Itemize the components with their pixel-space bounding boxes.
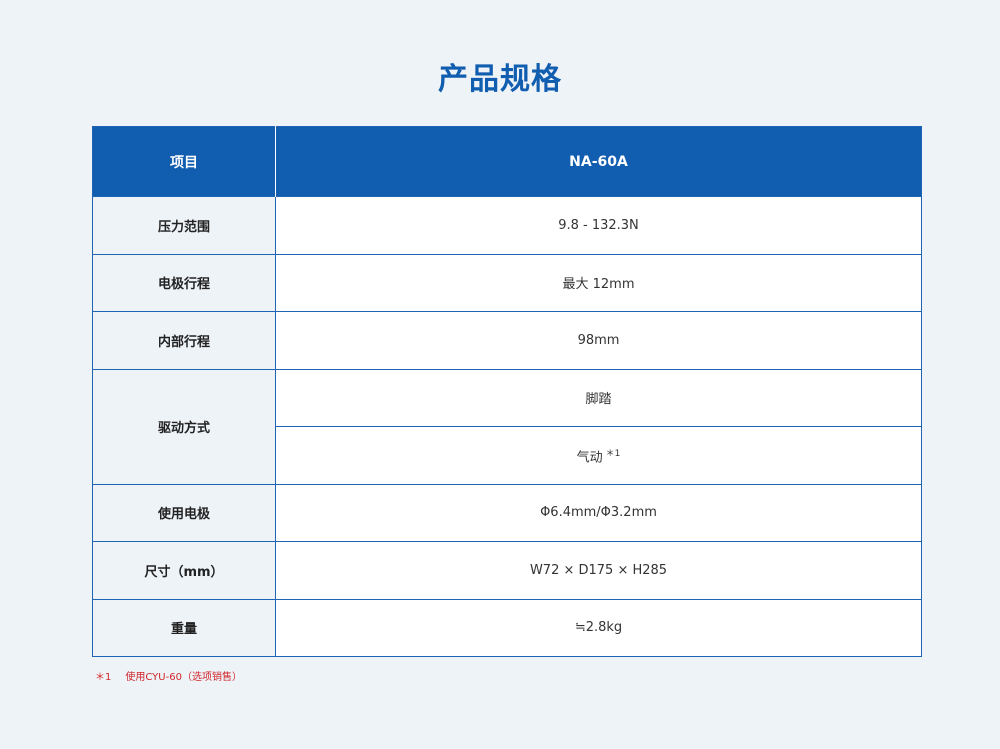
footnote: ＊1 使用CYU-60（选项销售） [95,668,242,683]
table-row: 重量 ≒2.8kg [92,598,922,657]
footnote-ref: ＊1 [605,448,621,459]
row-value-pressure: 9.8 - 132.3N [275,196,922,255]
row-value-internal-stroke: 98mm [275,311,922,370]
footnote-text: 使用CYU-60（选项销售） [125,672,242,683]
row-label-electrode-stroke: 电极行程 [92,253,276,312]
table-row: 尺寸（mm） W72 × D175 × H285 [92,541,922,600]
row-value-electrode: Φ6.4mm/Φ3.2mm [275,483,922,542]
table-row: 内部行程 98mm [92,311,922,370]
table-row: 驱动方式 脚踏 [92,368,922,485]
row-value-dimensions: W72 × D175 × H285 [275,541,922,600]
row-label-internal-stroke: 内部行程 [92,311,276,370]
row-label-drive-method: 驱动方式 [92,368,276,485]
row-label-pressure: 压力范围 [92,196,276,255]
table-row: 电极行程 最大 12mm [92,253,922,312]
row-value-weight: ≒2.8kg [275,598,922,657]
header-item: 项目 [92,126,276,197]
page-title: 产品规格 [438,62,562,97]
spec-table: 项目 NA-60A 压力范围 9.8 - 132.3N 电极行程 最大 12mm… [92,126,922,657]
row-value-drive-pneumatic: 气动 ＊1 [275,426,922,485]
row-label-dimensions: 尺寸（mm） [92,541,276,600]
footnote-mark: ＊1 [95,672,112,683]
row-value-drive-foot: 脚踏 [275,368,922,427]
row-label-weight: 重量 [92,598,276,657]
table-row: 使用电极 Φ6.4mm/Φ3.2mm [92,483,922,542]
spec-page: 产品规格 项目 NA-60A 压力范围 9.8 - 132.3N 电极行程 最大… [0,0,1000,749]
row-label-electrode: 使用电极 [92,483,276,542]
header-model: NA-60A [275,126,922,197]
row-value-electrode-stroke: 最大 12mm [275,253,922,312]
table-header-row: 项目 NA-60A [92,126,922,197]
table-row: 压力范围 9.8 - 132.3N [92,196,922,255]
drive-pneumatic-text: 气动 [576,449,603,465]
